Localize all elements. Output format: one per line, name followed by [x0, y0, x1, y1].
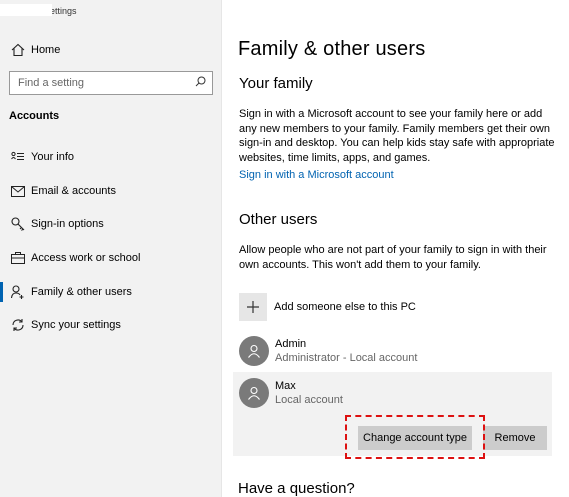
add-user-row[interactable]: Add someone else to this PC: [239, 293, 416, 321]
key-icon: [6, 217, 30, 231]
sidebar-item-label: Family & other users: [31, 286, 132, 298]
user-item-admin[interactable]: Admin Administrator - Local account: [233, 336, 552, 370]
sync-icon: [6, 318, 30, 332]
user-role: Local account: [275, 394, 343, 406]
sidebar-item-label: Email & accounts: [31, 185, 116, 197]
sidebar-item-family-other-users[interactable]: Family & other users: [0, 276, 221, 308]
your-family-description: Sign in with a Microsoft account to see …: [239, 108, 555, 164]
accounts-section-title: Accounts: [9, 110, 60, 122]
your-family-heading: Your family: [239, 75, 313, 92]
sidebar-item-label: Sync your settings: [31, 319, 121, 331]
sidebar: Settings Home Accounts Your info Email &…: [0, 0, 222, 497]
sidebar-item-label: Your info: [31, 151, 75, 163]
sidebar-item-label: Access work or school: [31, 252, 141, 264]
search-input[interactable]: [18, 77, 195, 89]
sidebar-item-access-work[interactable]: Access work or school: [0, 242, 221, 274]
microsoft-sign-in-link[interactable]: Sign in with a Microsoft account: [239, 169, 394, 181]
question-heading: Have a question?: [238, 480, 355, 497]
sidebar-item-sync-settings[interactable]: Sync your settings: [0, 309, 221, 341]
plus-icon: [247, 301, 259, 313]
add-user-button[interactable]: [239, 293, 267, 321]
other-users-description: Allow people who are not part of your fa…: [239, 244, 547, 271]
user-role: Administrator - Local account: [275, 352, 418, 364]
briefcase-icon: [6, 252, 30, 264]
contact-card-icon: [6, 151, 30, 163]
sidebar-item-sign-in-options[interactable]: Sign-in options: [0, 208, 221, 240]
other-users-heading: Other users: [239, 211, 318, 228]
user-name: Max: [275, 380, 296, 392]
mail-icon: [6, 185, 30, 197]
page-title: Family & other users: [238, 38, 426, 60]
user-name: Admin: [275, 338, 307, 350]
person-add-icon: [6, 285, 30, 299]
highlight-box: [345, 415, 485, 459]
sidebar-item-email-accounts[interactable]: Email & accounts: [0, 175, 221, 207]
sidebar-item-your-info[interactable]: Your info: [0, 141, 221, 173]
user-avatar-icon: [239, 336, 269, 366]
home-nav-item[interactable]: Home: [0, 34, 221, 66]
remove-button[interactable]: Remove: [483, 426, 547, 450]
search-icon[interactable]: [195, 74, 206, 92]
main-content: Family & other users Your family Sign in…: [223, 0, 569, 497]
search-box[interactable]: [9, 71, 213, 95]
add-user-label: Add someone else to this PC: [274, 301, 416, 313]
home-label: Home: [31, 44, 61, 56]
user-avatar-icon: [239, 378, 269, 408]
home-icon: [6, 43, 30, 57]
sidebar-item-label: Sign-in options: [31, 218, 104, 230]
title-mask: [0, 4, 52, 16]
